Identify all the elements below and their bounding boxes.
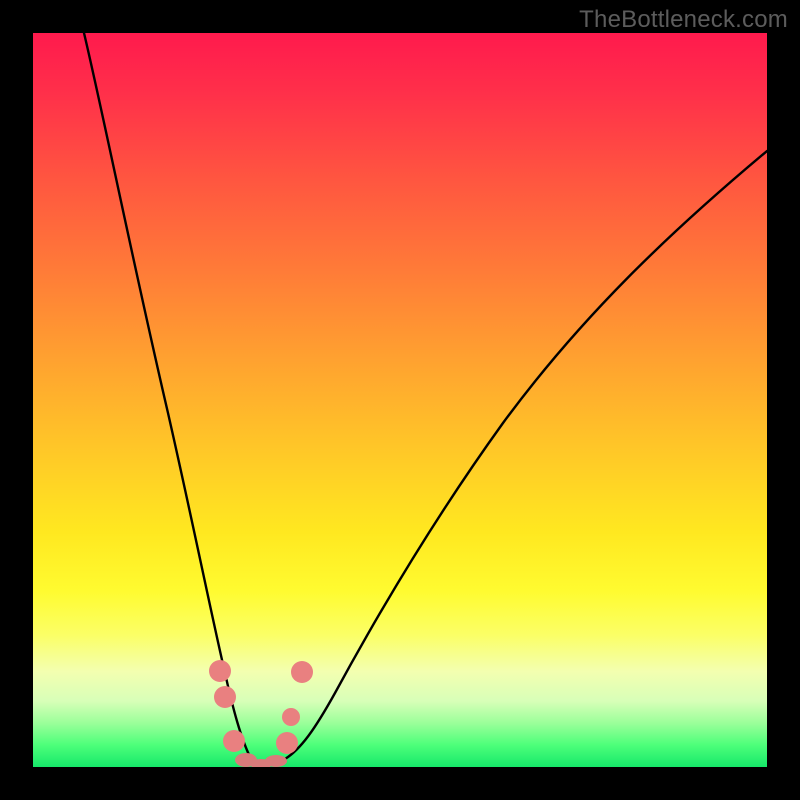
marker-point	[291, 661, 313, 683]
left-curve	[84, 33, 251, 759]
marker-point	[223, 730, 245, 752]
marker-point	[265, 755, 287, 767]
plot-area	[33, 33, 767, 767]
marker-point	[214, 686, 236, 708]
attribution-text: TheBottleneck.com	[579, 6, 788, 34]
marker-point	[276, 732, 298, 754]
chart-frame: TheBottleneck.com	[0, 0, 800, 800]
trough-markers	[209, 660, 313, 767]
marker-point	[209, 660, 231, 682]
right-curve	[251, 151, 767, 764]
curves-svg	[33, 33, 767, 767]
marker-point	[282, 708, 300, 726]
